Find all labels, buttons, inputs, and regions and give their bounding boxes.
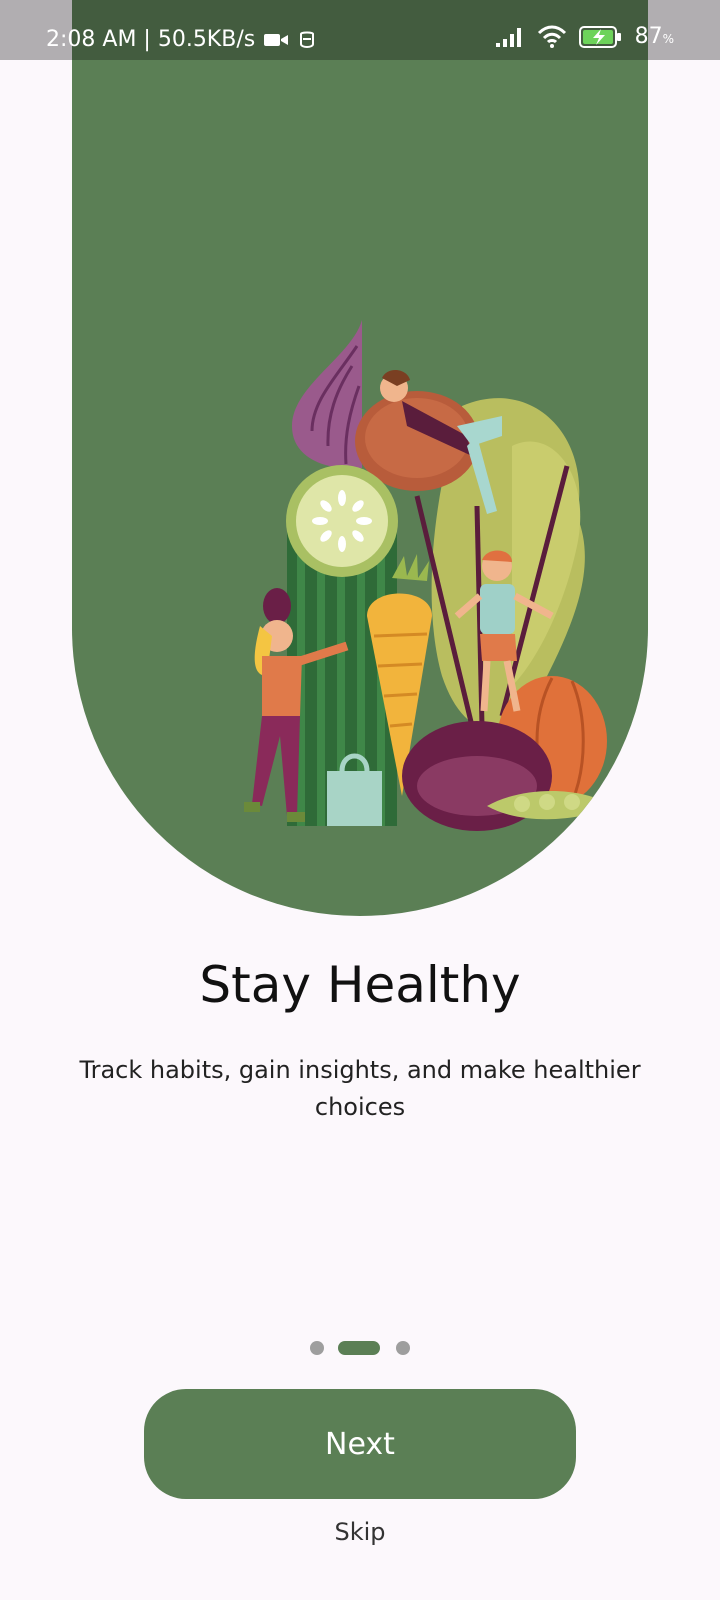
signal-icon bbox=[495, 27, 521, 47]
status-bar: 2:08 AM | 50.5KB/s 87% bbox=[0, 0, 720, 60]
vegetables-illustration bbox=[244, 320, 612, 831]
wifi-icon bbox=[537, 25, 566, 48]
page-subtitle: Track habits, gain insights, and make he… bbox=[79, 1056, 641, 1121]
status-time-speed: 2:08 AM | 50.5KB/s bbox=[46, 27, 256, 52]
page-dot-active bbox=[338, 1341, 380, 1355]
notification-icon bbox=[300, 31, 315, 48]
battery-unit: % bbox=[662, 32, 674, 46]
video-camera-icon bbox=[264, 34, 289, 46]
battery-level: 87% bbox=[634, 24, 674, 49]
hero-banner bbox=[72, 0, 648, 916]
page-title: Stay Healthy bbox=[199, 956, 521, 1014]
page-indicator bbox=[310, 1340, 410, 1356]
page-dot bbox=[396, 1341, 410, 1355]
battery-charging-icon bbox=[578, 25, 621, 48]
skip-button[interactable]: Skip bbox=[0, 1518, 720, 1546]
page-dot bbox=[310, 1341, 324, 1355]
next-button[interactable]: Next bbox=[144, 1389, 576, 1499]
